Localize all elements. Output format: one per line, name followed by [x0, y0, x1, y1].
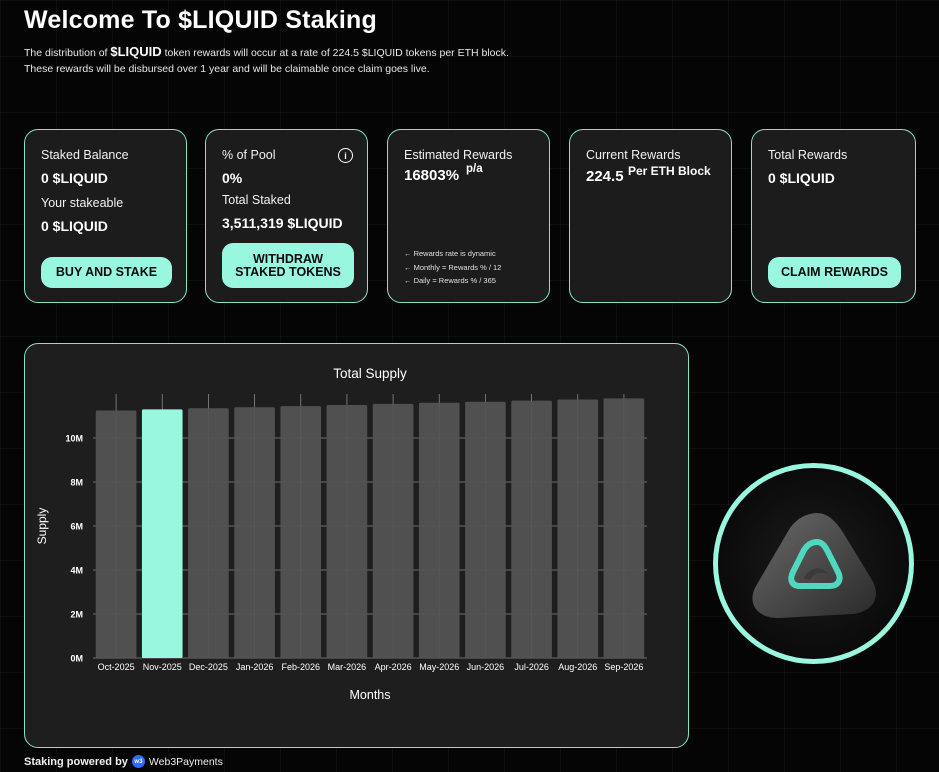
x-tick-label: Feb-2026 [281, 662, 320, 672]
current-rewards-label: Current Rewards [586, 148, 681, 162]
y-tick-label: 6M [70, 522, 83, 532]
x-tick-label: Dec-2025 [189, 662, 228, 672]
x-tick-label: Oct-2025 [98, 662, 135, 672]
page-description: The distribution of $LIQUID token reward… [24, 44, 509, 77]
page-title: Welcome To $LIQUID Staking [24, 6, 377, 34]
footer: Staking powered by w3 Web3Payments [24, 755, 223, 768]
y-tick-label: 10M [65, 434, 83, 444]
bar [141, 409, 183, 658]
x-tick-label: Apr-2026 [375, 662, 412, 672]
x-tick-label: Mar-2026 [328, 662, 367, 672]
y-tick-label: 2M [70, 610, 83, 620]
rewards-notes: ← Rewards rate is dynamic ← Monthly = Re… [404, 247, 501, 288]
total-staked-value: 3,511,319 $LIQUID [222, 215, 343, 231]
token-name: $LIQUID [110, 44, 162, 59]
estimated-rewards-label: Estimated Rewards [404, 148, 513, 162]
bar [511, 400, 552, 658]
y-tick-label: 8M [70, 478, 83, 488]
current-rewards-value: 224.5 [586, 168, 624, 185]
chart-title: Total Supply [333, 366, 407, 381]
buy-and-stake-button[interactable]: BUY AND STAKE [41, 257, 172, 288]
y-axis-label: Supply [35, 508, 49, 545]
x-tick-label: Jul-2026 [514, 662, 549, 672]
estimated-rewards-unit: p/a [466, 163, 483, 175]
info-icon[interactable]: i [338, 148, 353, 163]
current-rewards-card: Current Rewards 224.5 Per ETH Block [569, 129, 732, 303]
rewards-note: ← Daily = Rewards % / 365 [404, 276, 496, 285]
web3payments-icon: w3 [131, 755, 145, 768]
bar [95, 410, 137, 658]
staked-balance-label: Staked Balance [41, 148, 129, 162]
staked-balance-card: Staked Balance 0 $LIQUID Your stakeable … [24, 129, 187, 303]
bar [372, 403, 414, 658]
stakeable-value: 0 $LIQUID [41, 218, 108, 234]
x-tick-label: Jun-2026 [467, 662, 505, 672]
pool-percent-value: 0% [222, 170, 243, 186]
total-rewards-label: Total Rewards [768, 148, 848, 162]
x-tick-label: Jan-2026 [236, 662, 274, 672]
description-line-1: The distribution of $LIQUID token reward… [24, 44, 509, 59]
liquid-logo-icon [712, 462, 915, 665]
stakeable-label: Your stakeable [41, 196, 124, 210]
x-tick-label: May-2026 [419, 662, 459, 672]
rewards-note: ← Rewards rate is dynamic [404, 249, 496, 258]
bar [326, 405, 368, 658]
claim-rewards-button[interactable]: CLAIM REWARDS [768, 257, 901, 288]
description-line-2: These rewards will be disbursed over 1 y… [24, 63, 430, 75]
bar [418, 402, 460, 658]
staked-balance-value: 0 $LIQUID [41, 170, 108, 186]
total-staked-label: Total Staked [222, 193, 291, 207]
withdraw-staked-tokens-button[interactable]: WITHDRAW STAKED TOKENS [222, 243, 354, 288]
y-tick-label: 0M [70, 654, 83, 664]
pool-percent-label: % of Pool [222, 148, 276, 162]
bar [234, 407, 275, 658]
bar [280, 406, 322, 658]
rewards-note: ← Monthly = Rewards % / 12 [404, 262, 502, 272]
bar [603, 398, 645, 658]
total-rewards-card: Total Rewards 0 $LIQUID CLAIM REWARDS [751, 129, 916, 303]
estimated-rewards-card: Estimated Rewards 16803% p/a ← Rewards r… [387, 129, 550, 303]
x-tick-label: Nov-2025 [143, 662, 182, 672]
x-tick-label: Sep-2026 [604, 662, 643, 672]
pool-card: % of Pool i 0% Total Staked 3,511,319 $L… [205, 129, 368, 303]
estimated-rewards-value: 16803% [404, 167, 460, 184]
y-tick-label: 4M [70, 566, 83, 576]
footer-text: Staking powered by [24, 755, 128, 768]
bar [465, 401, 506, 658]
total-supply-chart: 0M 2M 4M 6M 8M 10M Oct-2025 Nov-2025 Dec-2025 Jan… [35, 366, 647, 702]
bar [557, 399, 599, 658]
current-rewards-unit: Per ETH Block [628, 164, 711, 178]
total-rewards-value: 0 $LIQUID [768, 170, 835, 186]
web3payments-brand[interactable]: Web3Payments [149, 756, 223, 768]
bar [188, 408, 229, 658]
x-tick-label: Aug-2026 [558, 662, 597, 672]
x-axis-label: Months [350, 688, 391, 702]
total-supply-chart-card: 0M 2M 4M 6M 8M 10M Oct-2025 Nov-2025 Dec-2025 Jan… [24, 343, 689, 748]
